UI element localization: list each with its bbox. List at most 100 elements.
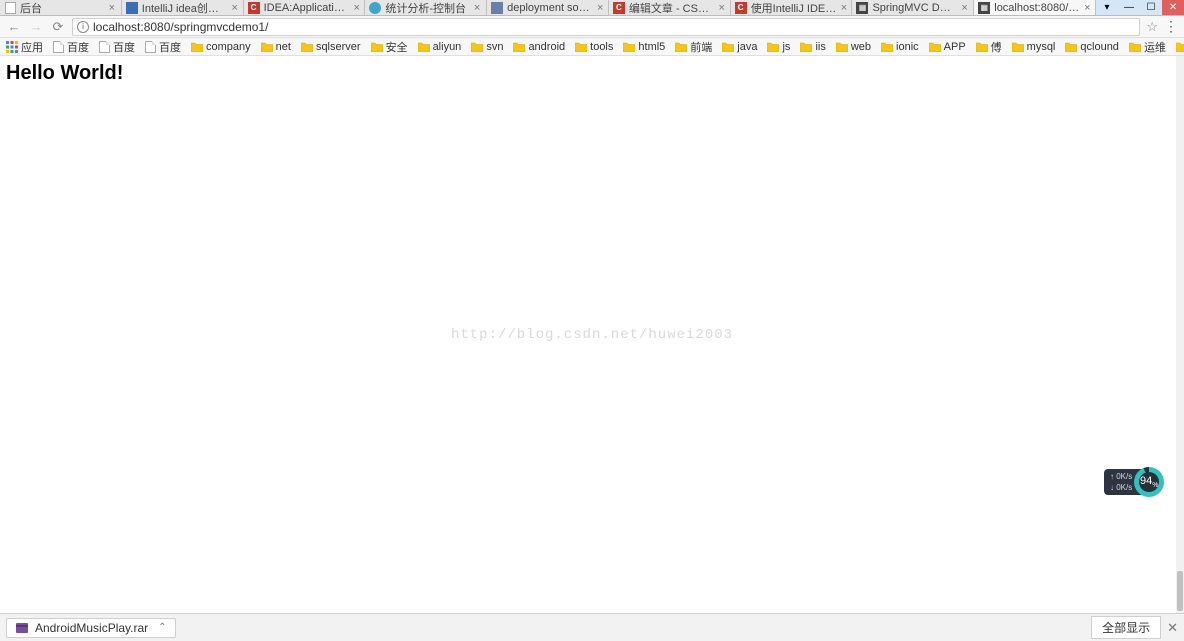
browser-tab[interactable]: C使用IntelliJ IDEA开发S…× bbox=[731, 0, 853, 15]
bookmark-item[interactable]: company bbox=[191, 41, 251, 53]
bookmark-item[interactable]: aliyun bbox=[418, 41, 462, 53]
url-input[interactable] bbox=[93, 20, 1135, 34]
tab-close-icon[interactable]: × bbox=[107, 2, 117, 14]
tab-close-icon[interactable]: × bbox=[353, 2, 360, 14]
folder-icon bbox=[675, 42, 687, 52]
bookmark-item[interactable]: 前端 bbox=[675, 39, 712, 55]
folder-icon bbox=[301, 42, 313, 52]
usage-ring: 94% bbox=[1134, 467, 1164, 497]
bookmark-item[interactable]: 安全 bbox=[371, 39, 408, 55]
browser-tab[interactable]: ▦localhost:8080/spring…× bbox=[974, 0, 1096, 15]
download-speed: 0K/s bbox=[1116, 483, 1132, 492]
bookmarks-bar: 应用 百度百度百度companynetsqlserver安全aliyunsvna… bbox=[0, 38, 1184, 56]
page-content: Hello World! bbox=[0, 56, 1184, 91]
rar-file-icon bbox=[15, 621, 29, 635]
site-info-icon[interactable]: i bbox=[77, 21, 89, 33]
bookmark-item[interactable]: net bbox=[261, 41, 291, 53]
folder-icon bbox=[929, 42, 941, 52]
browser-tab[interactable]: IntelliJ idea创建Spring× bbox=[122, 0, 244, 15]
tab-close-icon[interactable]: × bbox=[960, 2, 969, 14]
tab-close-icon[interactable]: × bbox=[840, 2, 847, 14]
folder-icon bbox=[1012, 42, 1024, 52]
folder-icon bbox=[1065, 42, 1077, 52]
browser-navbar: ← → ⟳ i ☆ ⋮ bbox=[0, 16, 1184, 38]
bookmark-item[interactable]: 运维 bbox=[1129, 39, 1166, 55]
window-extra-button[interactable]: ▾ bbox=[1096, 0, 1118, 15]
bookmark-label: iis bbox=[815, 41, 825, 53]
window-controls: ▾ — ☐ ✕ bbox=[1096, 0, 1184, 15]
window-minimize-button[interactable]: — bbox=[1118, 0, 1140, 15]
system-monitor-widget[interactable]: ↑ 0K/s ↓ 0K/s 94% bbox=[1104, 468, 1180, 496]
forward-button[interactable]: → bbox=[28, 19, 44, 35]
folder-icon bbox=[976, 42, 988, 52]
tab-close-icon[interactable]: × bbox=[231, 2, 239, 14]
bookmark-label: mysql bbox=[1027, 41, 1056, 53]
bookmark-item[interactable]: qclound bbox=[1065, 41, 1119, 53]
bookmark-item[interactable]: java bbox=[722, 41, 757, 53]
bookmark-label: aliyun bbox=[433, 41, 462, 53]
browser-tab[interactable]: C 编辑文章 - CSDN博客 × bbox=[609, 0, 731, 15]
browser-tab[interactable]: deployment source 'a…× bbox=[487, 0, 609, 15]
tab-title: 统计分析-控制台 bbox=[385, 0, 468, 15]
window-maximize-button[interactable]: ☐ bbox=[1140, 0, 1162, 15]
window-close-button[interactable]: ✕ bbox=[1162, 0, 1184, 15]
download-item[interactable]: AndroidMusicPlay.rar ⌃ bbox=[6, 618, 176, 638]
folder-icon bbox=[513, 42, 525, 52]
folder-icon bbox=[1129, 42, 1141, 52]
reload-button[interactable]: ⟳ bbox=[50, 19, 66, 35]
download-filename: AndroidMusicPlay.rar bbox=[35, 621, 148, 635]
scrollbar-thumb[interactable] bbox=[1177, 571, 1183, 611]
chevron-up-icon[interactable]: ⌃ bbox=[158, 622, 166, 633]
folder-icon bbox=[575, 42, 587, 52]
browser-tab[interactable]: 后台× bbox=[0, 0, 122, 15]
bookmark-item[interactable]: ionic bbox=[881, 41, 919, 53]
browser-tabstrip: 后台×IntelliJ idea创建Spring×CIDEA:Applicati… bbox=[0, 0, 1184, 16]
bookmark-label: 前端 bbox=[690, 39, 712, 55]
bookmark-label: js bbox=[782, 41, 790, 53]
bookmark-label: net bbox=[276, 41, 291, 53]
close-downloads-bar-icon[interactable]: ✕ bbox=[1167, 620, 1178, 636]
tab-close-icon[interactable]: × bbox=[597, 2, 604, 14]
c-favicon-icon: C bbox=[613, 2, 625, 14]
show-all-label: 全部显示 bbox=[1102, 621, 1150, 635]
bookmark-item[interactable]: PostgreSQL bbox=[1176, 41, 1184, 53]
percent-suffix: % bbox=[1152, 482, 1158, 489]
bookmark-item[interactable]: android bbox=[513, 41, 565, 53]
back-button[interactable]: ← bbox=[6, 19, 22, 35]
bookmark-item[interactable]: 百度 bbox=[99, 39, 135, 55]
browser-tab[interactable]: CIDEA:Application Serv…× bbox=[244, 0, 366, 15]
dark-favicon-icon: ▦ bbox=[978, 2, 990, 14]
bookmark-item[interactable]: 傅 bbox=[976, 39, 1002, 55]
address-bar[interactable]: i bbox=[72, 18, 1140, 36]
bookmark-item[interactable]: 百度 bbox=[53, 39, 89, 55]
bookmark-label: html5 bbox=[638, 41, 665, 53]
bookmark-star-icon[interactable]: ☆ bbox=[1146, 19, 1158, 35]
folder-icon bbox=[371, 42, 383, 52]
bookmark-item[interactable]: sqlserver bbox=[301, 41, 361, 53]
browser-menu-icon[interactable]: ⋮ bbox=[1164, 18, 1178, 35]
bookmark-item[interactable]: js bbox=[767, 41, 790, 53]
bookmark-item[interactable]: APP bbox=[929, 41, 966, 53]
bookmark-item[interactable]: tools bbox=[575, 41, 613, 53]
c-favicon-icon: C bbox=[248, 2, 260, 14]
browser-tab[interactable]: ▦SpringMVC Demo× bbox=[852, 0, 974, 15]
tab-close-icon[interactable]: × bbox=[472, 2, 482, 14]
vertical-scrollbar[interactable] bbox=[1176, 56, 1184, 613]
bookmark-item[interactable]: html5 bbox=[623, 41, 665, 53]
tab-title: 编辑文章 - CSDN博客 bbox=[629, 0, 714, 15]
bookmark-item[interactable]: web bbox=[836, 41, 871, 53]
page-icon bbox=[99, 41, 110, 53]
browser-tab[interactable]: 统计分析-控制台 × bbox=[365, 0, 487, 15]
bookmark-label: 运维 bbox=[1144, 39, 1166, 55]
bookmark-item[interactable]: iis bbox=[800, 41, 825, 53]
upload-speed: 0K/s bbox=[1116, 472, 1132, 481]
bookmark-item[interactable]: svn bbox=[471, 41, 503, 53]
apps-shortcut[interactable]: 应用 bbox=[6, 39, 43, 55]
bookmark-item[interactable]: mysql bbox=[1012, 41, 1056, 53]
page-heading: Hello World! bbox=[6, 62, 1178, 85]
show-all-downloads-button[interactable]: 全部显示 bbox=[1091, 616, 1161, 639]
tab-close-icon[interactable]: × bbox=[718, 2, 726, 14]
bookmark-item[interactable]: 百度 bbox=[145, 39, 181, 55]
bookmark-label: java bbox=[737, 41, 757, 53]
tab-close-icon[interactable]: × bbox=[1084, 2, 1091, 14]
